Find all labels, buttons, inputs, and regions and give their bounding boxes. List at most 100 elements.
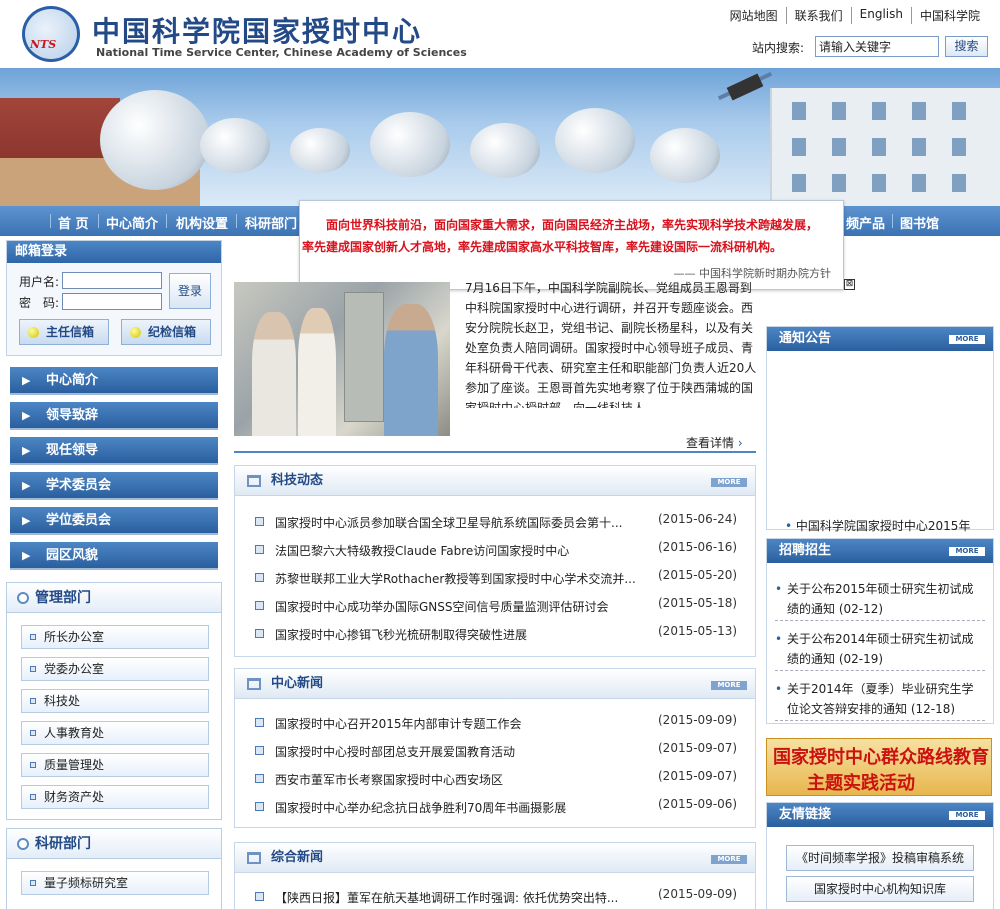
login-button[interactable]: 登录	[169, 273, 211, 309]
motto-popup: 面向世界科技前沿，面向国家重大需求，面向国民经济主战场，率先实现科学技术跨越发展…	[299, 200, 844, 290]
news-item[interactable]: 法国巴黎六大特级教授Claude Fabre访问国家授时中心 (2015-06-1…	[253, 540, 739, 560]
friend-link-repository[interactable]: 国家授时中心机构知识库	[786, 876, 974, 902]
square-bullet-icon	[255, 629, 264, 638]
menu-item-leaders[interactable]: ▶ 现任领导	[10, 437, 218, 465]
friend-links-title: 友情链接 MORE	[767, 803, 993, 827]
recruit-item[interactable]: • 关于2014年（夏季）毕业研究生学位论文答辩安排的通知 (12-18)	[775, 679, 985, 721]
site-title-cn[interactable]: 中国科学院国家授时中心	[92, 10, 422, 50]
mass-line-campaign-banner[interactable]: 国家授时中心群众路线教育 主题实践活动	[766, 738, 992, 796]
general-news-section: 综合新闻 MORE 【陕西日报】董军在航天基地调研工作时强调: 依托优势突出特..…	[234, 842, 756, 909]
lead-story-text: 7月16日下午，中国科学院副院长、党组成员王恩哥到中科院国家授时中心进行调研，并…	[465, 281, 757, 408]
nav-research[interactable]: 科研部门	[245, 213, 297, 232]
mailbox-login-panel: 邮箱登录 用户名: 密 码: 登录 主任信箱 纪检信箱	[6, 240, 222, 356]
bullet-icon: •	[775, 632, 783, 646]
search-label: 站内搜索:	[752, 41, 805, 55]
news-item[interactable]: 国家授时中心召开2015年内部审计专题工作会 (2015-09-09)	[253, 713, 739, 733]
more-link[interactable]: MORE	[711, 478, 747, 487]
news-item[interactable]: 国家授时中心成功举办国际GNSS空间信号质量监测评估研讨会 (2015-05-18…	[253, 596, 739, 616]
square-bullet-icon	[30, 794, 36, 800]
square-bullet-icon	[255, 545, 264, 554]
circle-bullet-icon	[17, 838, 29, 850]
notice-item[interactable]: • 中国科学院国家授时中心2015年	[785, 517, 985, 534]
recruit-title: 招聘招生 MORE	[767, 539, 993, 563]
section-title: 科技动态 MORE	[235, 466, 755, 496]
square-bullet-icon	[255, 573, 264, 582]
nav-library[interactable]: 图书馆	[900, 213, 939, 232]
more-link[interactable]: MORE	[949, 547, 985, 556]
dept-link[interactable]: 人事教育处	[21, 721, 209, 745]
circle-bullet-icon	[17, 592, 29, 604]
top-link-contact[interactable]: 联系我们	[785, 7, 851, 24]
arrow-right-icon: ▶	[22, 479, 31, 492]
dept-link[interactable]: 科技处	[21, 689, 209, 713]
dept-link[interactable]: 所长办公室	[21, 625, 209, 649]
square-bullet-icon	[30, 666, 36, 672]
news-icon	[247, 475, 261, 487]
square-bullet-icon	[30, 730, 36, 736]
recruit-item[interactable]: • 关于公布2015年硕士研究生初试成绩的通知 (02-12)	[775, 579, 985, 621]
square-bullet-icon	[30, 880, 36, 886]
square-bullet-icon	[30, 762, 36, 768]
news-item[interactable]: 国家授时中心举办纪念抗日战争胜利70周年书画摄影展 (2015-09-06)	[253, 797, 739, 817]
menu-item-academic-committee[interactable]: ▶ 学术委员会	[10, 472, 218, 500]
satellite-icon	[726, 73, 764, 101]
square-bullet-icon	[30, 698, 36, 704]
site-title-en: National Time Service Center, Chinese Ac…	[96, 46, 467, 59]
search-input[interactable]: 请输入关键字	[815, 36, 939, 57]
recruit-panel: 招聘招生 MORE • 关于公布2015年硕士研究生初试成绩的通知 (02-12) …	[766, 538, 994, 724]
nav-organization[interactable]: 机构设置	[176, 213, 228, 232]
password-field[interactable]	[62, 293, 162, 310]
promo-line-1: 国家授时中心群众路线教育	[773, 747, 989, 768]
satellite-dish-icon	[100, 90, 210, 190]
friend-link-journal[interactable]: 《时间频率学报》投稿审稿系统	[786, 845, 974, 871]
close-icon[interactable]: ⊠	[844, 279, 855, 290]
motto-line-2: 率先建成国家创新人才高地，率先建成国家高水平科技智库，率先建设国际一流科研机构。	[302, 240, 783, 254]
management-title: 管理部门	[7, 583, 221, 613]
top-link-cas[interactable]: 中国科学院	[910, 7, 988, 24]
banner-image	[0, 68, 1000, 206]
dept-link[interactable]: 量子频标研究室	[21, 871, 209, 895]
search-button[interactable]: 搜索	[945, 36, 988, 57]
square-bullet-icon	[30, 634, 36, 640]
more-link[interactable]: MORE	[711, 681, 747, 690]
news-item[interactable]: 【陕西日报】董军在航天基地调研工作时强调: 依托优势突出特... (2015-09…	[253, 887, 739, 907]
bullet-icon: •	[785, 519, 793, 533]
menu-item-campus[interactable]: ▶ 园区风貌	[10, 542, 218, 570]
nav-frequency-products[interactable]: 频产品	[846, 213, 885, 232]
username-label: 用户名:	[19, 275, 60, 289]
nav-home[interactable]: 首 页	[58, 213, 89, 232]
dept-link[interactable]: 党委办公室	[21, 657, 209, 681]
more-link[interactable]: MORE	[949, 811, 985, 820]
news-item[interactable]: 苏黎世联邦工业大学Rothacher教授等到国家授时中心学术交流并... (201…	[253, 568, 739, 588]
nts-logo-icon[interactable]	[22, 6, 80, 62]
management-departments-panel: 管理部门 所长办公室 党委办公室 科技处 人事教育处 质量管理处 财务资产处	[6, 582, 222, 820]
news-photo[interactable]	[234, 282, 450, 436]
director-mailbox-button[interactable]: 主任信箱	[19, 319, 109, 345]
arrow-right-icon: ▶	[22, 409, 31, 422]
menu-item-degree-committee[interactable]: ▶ 学位委员会	[10, 507, 218, 535]
news-item[interactable]: 国家授时中心派员参加联合国全球卫星导航系统国际委员会第十... (2015-06-…	[253, 512, 739, 532]
read-more-link[interactable]: 查看详情	[686, 434, 743, 451]
square-bullet-icon	[255, 601, 264, 610]
arrow-right-icon: ▶	[22, 444, 31, 457]
menu-item-about[interactable]: ▶ 中心简介	[10, 367, 218, 395]
more-link[interactable]: MORE	[949, 335, 985, 344]
discipline-mailbox-button[interactable]: 纪检信箱	[121, 319, 211, 345]
nav-about[interactable]: 中心简介	[106, 213, 158, 232]
dept-link[interactable]: 财务资产处	[21, 785, 209, 809]
dept-link[interactable]: 质量管理处	[21, 753, 209, 777]
recruit-item[interactable]: • 关于公布2014年硕士研究生初试成绩的通知 (02-19)	[775, 629, 985, 671]
top-link-english[interactable]: English	[850, 7, 911, 24]
bullet-icon: •	[775, 682, 783, 696]
username-field[interactable]	[62, 272, 162, 289]
center-news-section: 中心新闻 MORE 国家授时中心召开2015年内部审计专题工作会 (2015-09-…	[234, 668, 756, 828]
news-item[interactable]: 国家授时中心掺铒飞秒光梳研制取得突破性进展 (2015-05-13)	[253, 624, 739, 644]
menu-item-director-speech[interactable]: ▶ 领导致辞	[10, 402, 218, 430]
top-link-sitemap[interactable]: 网站地图	[722, 7, 786, 24]
more-link[interactable]: MORE	[711, 855, 747, 864]
promo-line-2: 主题实践活动	[807, 773, 915, 794]
office-building-illustration	[770, 88, 1000, 206]
section-title: 综合新闻 MORE	[235, 843, 755, 873]
news-item[interactable]: 西安市董军市长考察国家授时中心西安场区 (2015-09-07)	[253, 769, 739, 789]
news-item[interactable]: 国家授时中心授时部团总支开展爱国教育活动 (2015-09-07)	[253, 741, 739, 761]
